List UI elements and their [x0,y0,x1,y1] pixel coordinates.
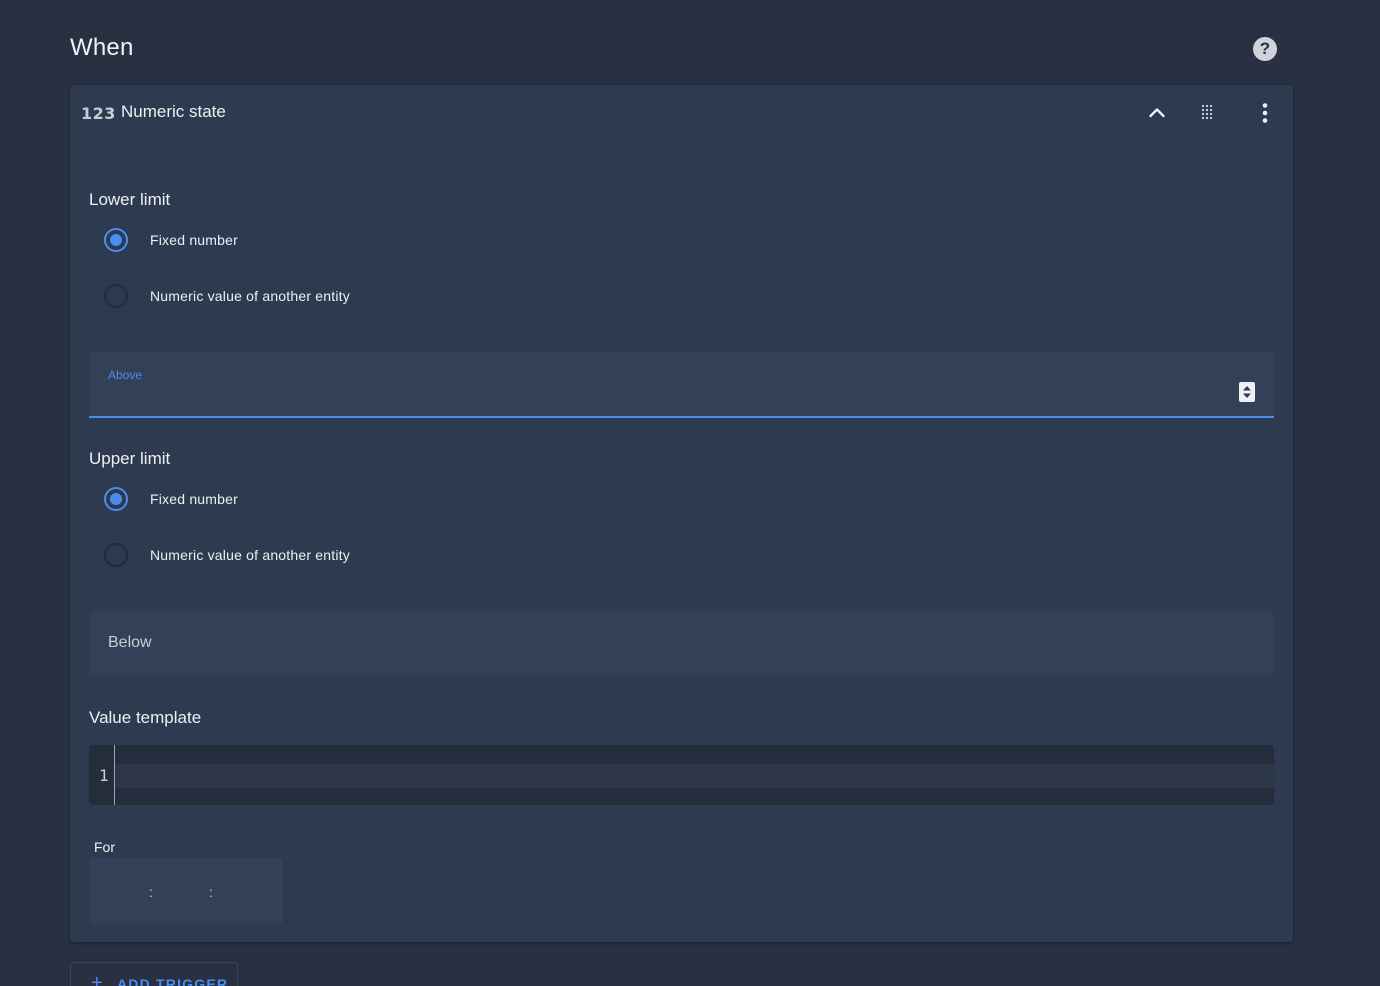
chevron-up-icon [1149,108,1165,118]
radio-checked[interactable] [104,487,128,511]
text-cursor [114,745,115,805]
radio-checked[interactable] [104,228,128,252]
collapse-button[interactable] [1141,97,1173,129]
line-number: 1 [99,766,109,785]
value-template-editor[interactable]: 1 [89,745,1274,805]
upper-limit-entity-option[interactable]: Numeric value of another entity [104,541,350,569]
spinner-arrows-icon [1243,386,1251,398]
numeric-123-icon: 123 [81,104,116,123]
for-label: For [94,839,115,855]
radio-label: Fixed number [150,491,238,507]
drag-handle-icon [1202,105,1212,119]
radio-label: Numeric value of another entity [150,547,350,563]
radio-label: Numeric value of another entity [150,288,350,304]
drag-handle-button[interactable] [1192,97,1224,129]
upper-limit-label: Upper limit [89,449,171,468]
trigger-title: Numeric state [121,102,226,121]
more-vertical-icon [1262,103,1268,123]
below-label: Below [108,634,152,651]
radio-unchecked[interactable] [104,284,128,308]
add-trigger-button[interactable]: + ADD TRIGGER [70,962,238,986]
number-spinner[interactable] [1239,382,1255,402]
below-input[interactable]: Below [89,611,1274,675]
active-line [114,764,1274,788]
value-template-label: Value template [89,708,202,727]
time-separator: : [149,884,153,900]
time-separator: : [209,884,213,900]
above-label: Above [108,368,143,382]
radio-unchecked[interactable] [104,543,128,567]
trigger-card-header[interactable]: 123 Numeric state [70,85,1293,141]
automation-editor-page: When ? 123 Numeric state Lower limit Fix… [0,0,1380,986]
upper-limit-fixed-number-option[interactable]: Fixed number [104,485,238,513]
help-circle-icon[interactable]: ? [1253,37,1277,61]
above-input[interactable]: Above [89,352,1274,418]
radio-label: Fixed number [150,232,238,248]
section-title: When [70,34,134,61]
lower-limit-entity-option[interactable]: Numeric value of another entity [104,282,350,310]
more-menu-button[interactable] [1249,97,1281,129]
duration-input[interactable]: : : [89,858,283,924]
lower-limit-fixed-number-option[interactable]: Fixed number [104,226,238,254]
trigger-card: 123 Numeric state Lower limit Fixed numb… [70,85,1293,942]
plus-icon: + [91,972,103,986]
add-trigger-label: ADD TRIGGER [117,976,229,986]
lower-limit-label: Lower limit [89,190,171,209]
